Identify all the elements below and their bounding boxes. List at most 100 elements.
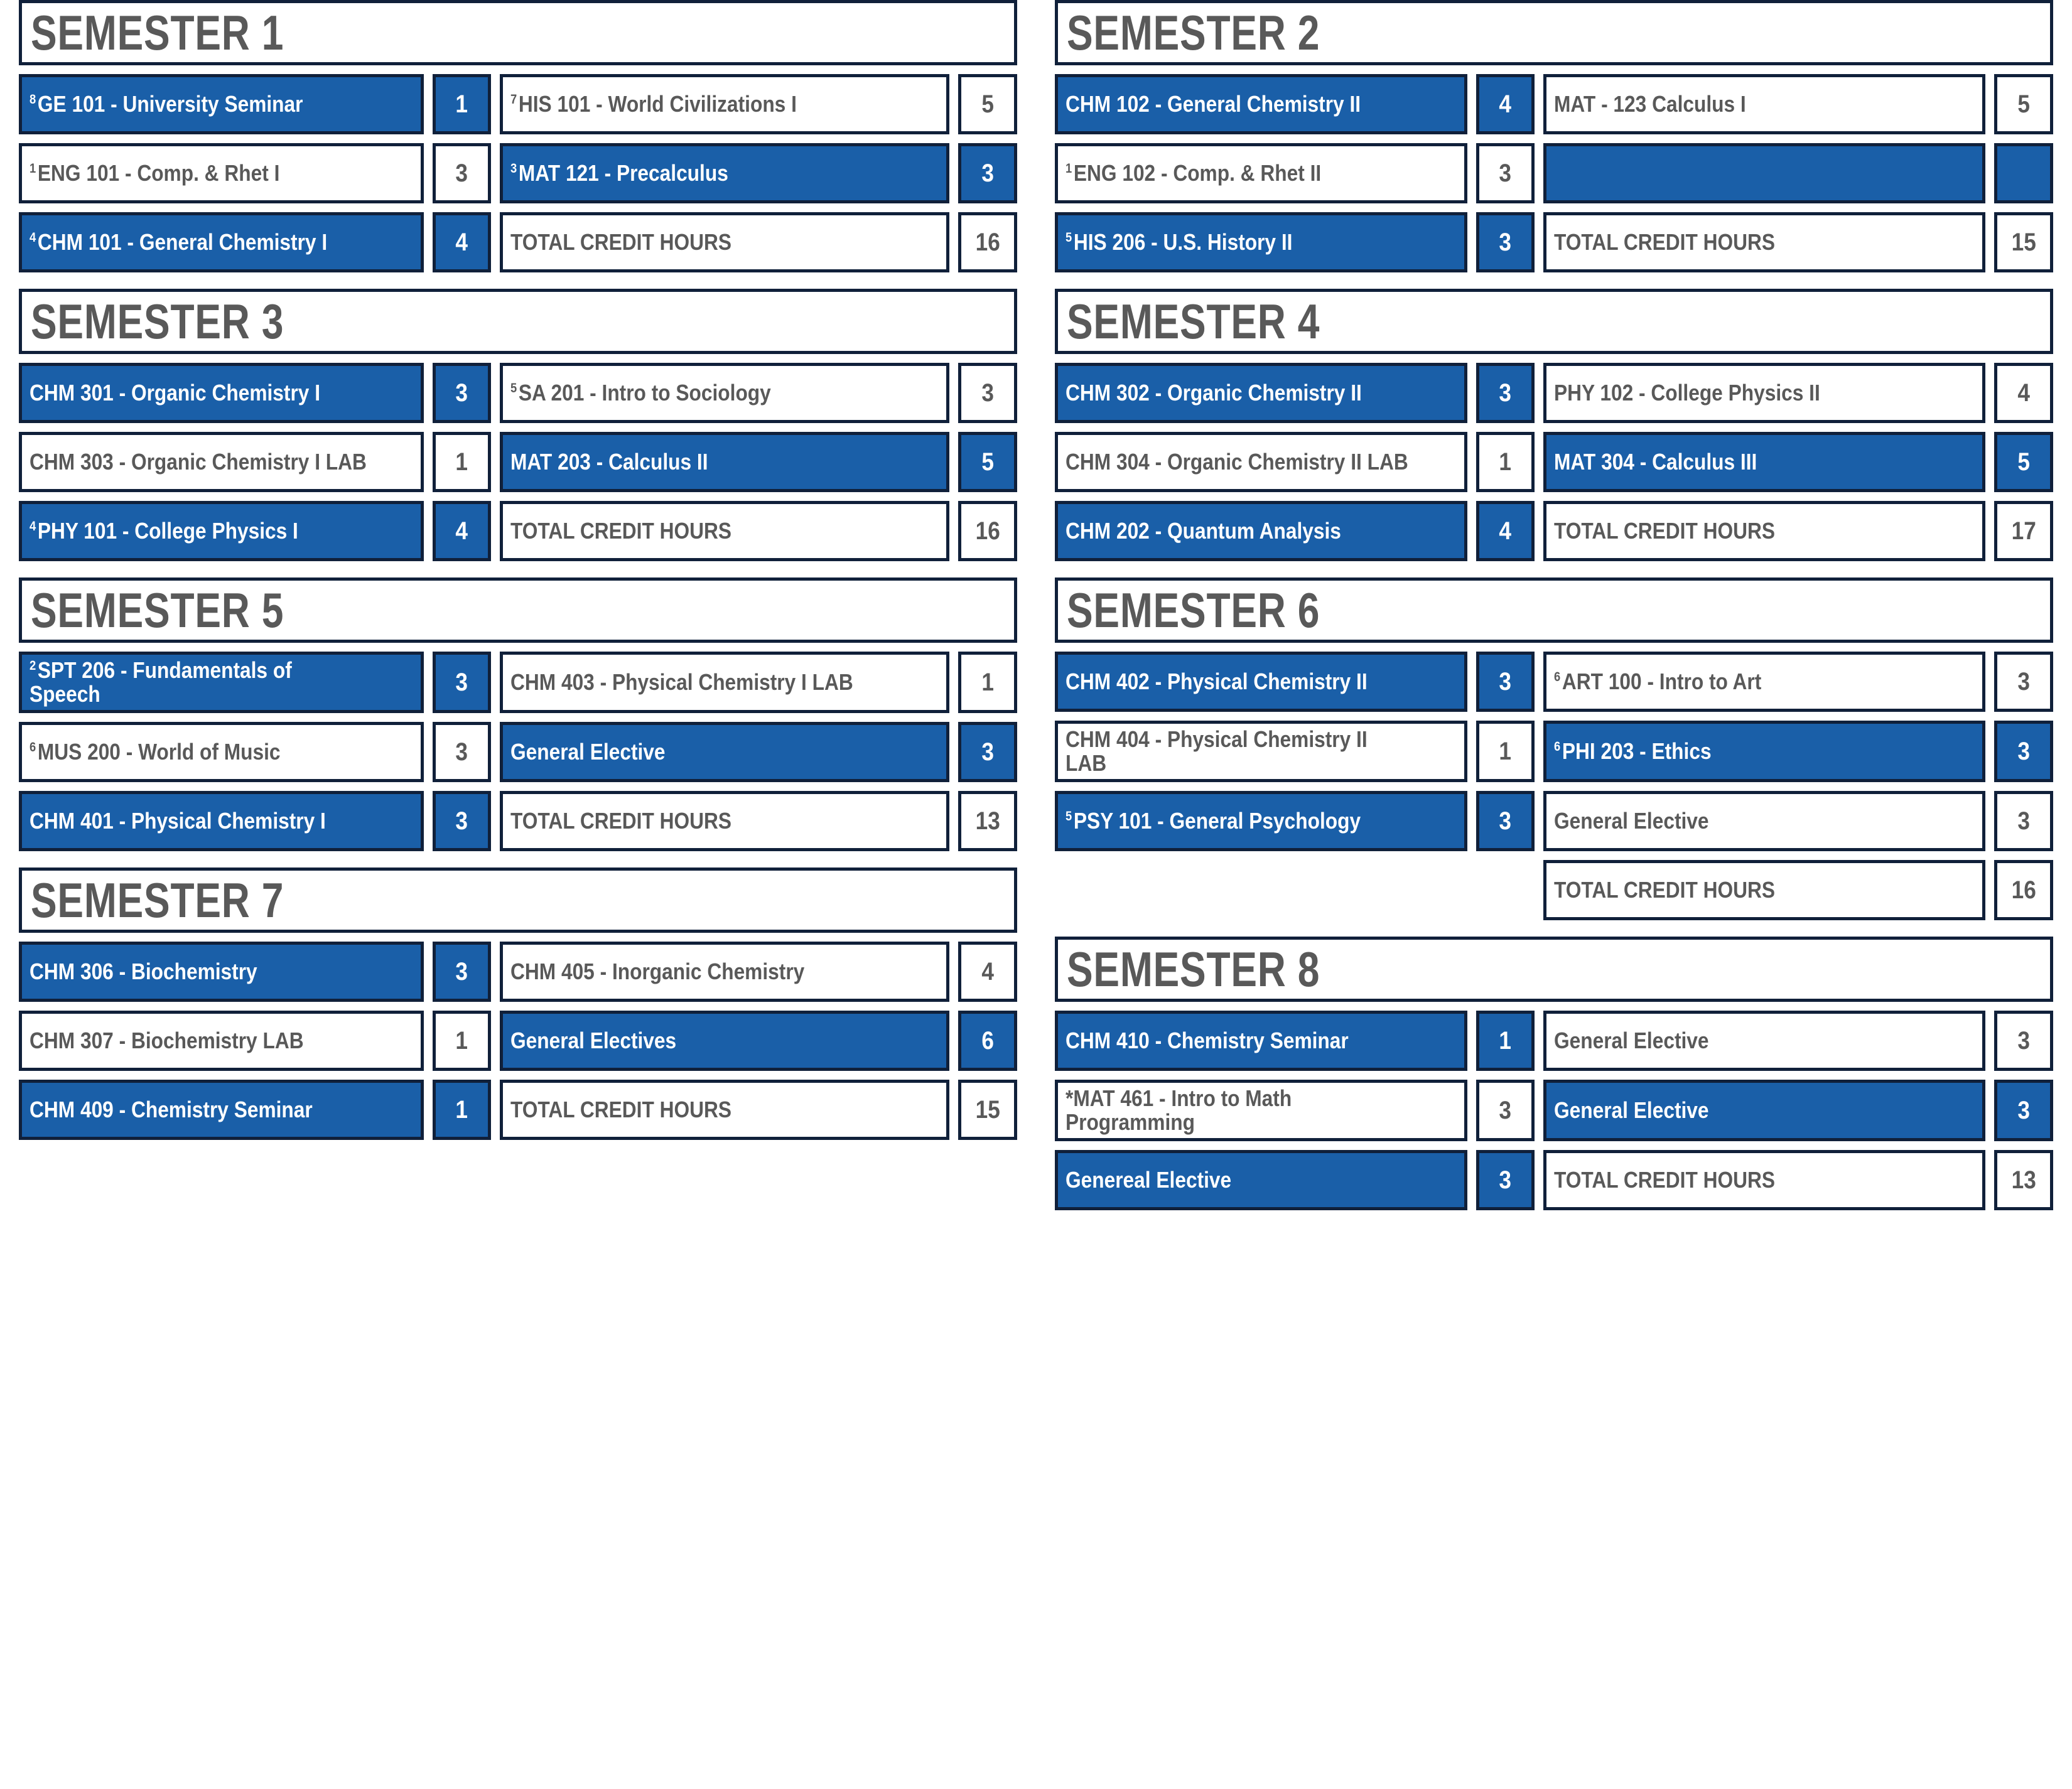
course-credit-cell[interactable]: 1	[432, 1011, 492, 1071]
course-credit-cell[interactable]: 3	[958, 722, 1017, 782]
course-credit-cell[interactable]: 1	[432, 432, 492, 492]
course-name-cell[interactable]: CHM 409 - Chemistry Seminar	[19, 1080, 424, 1140]
course-credit-cell[interactable]: 4	[432, 212, 492, 272]
total-credit-hours-label[interactable]: TOTAL CREDIT HOURS	[1543, 860, 1986, 920]
course-name-cell[interactable]: CHM 302 - Organic Chemistry II	[1055, 363, 1467, 423]
total-credit-hours-label[interactable]: TOTAL CREDIT HOURS	[1543, 501, 1986, 561]
course-name-cell[interactable]: CHM 410 - Chemistry Seminar	[1055, 1011, 1467, 1071]
course-credit-cell[interactable]: 4	[1476, 501, 1535, 561]
course-name-cell[interactable]: CHM 405 - Inorganic Chemistry	[500, 942, 950, 1002]
course-name-cell[interactable]: Genereal Elective	[1055, 1150, 1467, 1210]
course-name-cell[interactable]: PHY 102 - College Physics II	[1543, 363, 1986, 423]
course-credit-cell[interactable]: 3	[958, 143, 1017, 203]
empty-course-cell[interactable]	[1543, 143, 1986, 203]
total-credit-hours-value[interactable]: 16	[958, 212, 1017, 272]
empty-credit-cell[interactable]	[1994, 143, 2053, 203]
course-credit-cell[interactable]: 5	[1994, 74, 2053, 134]
course-name-cell[interactable]: CHM 402 - Physical Chemistry II	[1055, 652, 1467, 712]
course-credit-cell[interactable]: 1	[1476, 432, 1535, 492]
course-credit-cell[interactable]: 3	[1994, 1080, 2053, 1141]
course-credit-cell[interactable]: 5	[958, 432, 1017, 492]
course-credit-cell[interactable]: 3	[1476, 1150, 1535, 1210]
course-credit-cell[interactable]: 5	[1994, 432, 2053, 492]
total-credit-hours-value[interactable]: 13	[958, 791, 1017, 851]
course-credit-cell[interactable]: 1	[958, 652, 1017, 713]
course-name-cell[interactable]: MAT 304 - Calculus III	[1543, 432, 1986, 492]
course-credit-cell[interactable]: 1	[432, 1080, 492, 1140]
course-credit-cell[interactable]: 4	[1476, 74, 1535, 134]
course-name-cell[interactable]: CHM 404 - Physical Chemistry II LAB	[1055, 721, 1467, 782]
course-name-cell[interactable]: General Elective	[500, 722, 950, 782]
total-credit-hours-value[interactable]: 15	[958, 1080, 1017, 1140]
course-name-cell[interactable]: 5SA 201 - Intro to Sociology	[500, 363, 950, 423]
course-name-cell[interactable]: 6MUS 200 - World of Music	[19, 722, 424, 782]
course-credit-cell[interactable]: 3	[1476, 143, 1535, 203]
course-credit-cell[interactable]: 3	[1994, 652, 2053, 712]
course-name-cell[interactable]: 1ENG 102 - Comp. & Rhet II	[1055, 143, 1467, 203]
course-credit-cell[interactable]: 3	[432, 363, 492, 423]
course-label: TOTAL CREDIT HOURS	[1554, 229, 1776, 255]
total-credit-hours-value[interactable]: 16	[1994, 860, 2053, 920]
course-credit-cell[interactable]: 3	[958, 363, 1017, 423]
course-name-cell[interactable]: CHM 301 - Organic Chemistry I	[19, 363, 424, 423]
course-credit-cell[interactable]: 3	[432, 722, 492, 782]
course-name-cell[interactable]: 5HIS 206 - U.S. History II	[1055, 212, 1467, 272]
course-name-cell[interactable]: CHM 403 - Physical Chemistry I LAB	[500, 652, 950, 713]
course-name-cell[interactable]: General Elective	[1543, 1080, 1986, 1141]
course-name-cell[interactable]: MAT 203 - Calculus II	[500, 432, 950, 492]
course-name-cell[interactable]: General Elective	[1543, 1011, 1986, 1071]
credit-value: 16	[2011, 876, 2036, 904]
course-credit-cell[interactable]: 3	[1476, 212, 1535, 272]
course-name-cell[interactable]: General Elective	[1543, 791, 1986, 851]
course-name-cell[interactable]: 4CHM 101 - General Chemistry I	[19, 212, 424, 272]
course-name-cell[interactable]: MAT - 123 Calculus I	[1543, 74, 1986, 134]
course-name-cell[interactable]: 3MAT 121 - Precalculus	[500, 143, 950, 203]
course-name-cell[interactable]: CHM 306 - Biochemistry	[19, 942, 424, 1002]
course-credit-cell[interactable]: 3	[432, 791, 492, 851]
course-credit-cell[interactable]: 4	[432, 501, 492, 561]
course-name-cell[interactable]: 1ENG 101 - Comp. & Rhet I	[19, 143, 424, 203]
course-name-cell[interactable]: 8GE 101 - University Seminar	[19, 74, 424, 134]
course-name-cell[interactable]: CHM 401 - Physical Chemistry I	[19, 791, 424, 851]
course-name-cell[interactable]: CHM 102 - General Chemistry II	[1055, 74, 1467, 134]
course-credit-cell[interactable]: 5	[958, 74, 1017, 134]
course-credit-cell[interactable]: 1	[1476, 721, 1535, 782]
course-name-cell[interactable]: CHM 307 - Biochemistry LAB	[19, 1011, 424, 1071]
course-credit-cell[interactable]: 3	[1994, 1011, 2053, 1071]
course-name-cell[interactable]: General Electives	[500, 1011, 950, 1071]
total-credit-hours-value[interactable]: 15	[1994, 212, 2053, 272]
course-credit-cell[interactable]: 1	[432, 74, 492, 134]
course-credit-cell[interactable]: 3	[1476, 791, 1535, 851]
course-name-cell[interactable]: 6PHI 203 - Ethics	[1543, 721, 1986, 782]
total-credit-hours-value[interactable]: 17	[1994, 501, 2053, 561]
course-credit-cell[interactable]: 3	[1476, 363, 1535, 423]
total-credit-hours-label[interactable]: TOTAL CREDIT HOURS	[500, 1080, 950, 1140]
course-name-cell[interactable]: CHM 202 - Quantum Analysis	[1055, 501, 1467, 561]
course-credit-cell[interactable]: 3	[1476, 652, 1535, 712]
course-credit-cell[interactable]: 3	[432, 652, 492, 713]
total-credit-hours-label[interactable]: TOTAL CREDIT HOURS	[1543, 212, 1986, 272]
total-credit-hours-label[interactable]: TOTAL CREDIT HOURS	[500, 791, 950, 851]
total-credit-hours-value[interactable]: 16	[958, 501, 1017, 561]
course-credit-cell[interactable]: 3	[1476, 1080, 1535, 1141]
course-credit-cell[interactable]: 6	[958, 1011, 1017, 1071]
course-name-cell[interactable]: 7HIS 101 - World Civilizations I	[500, 74, 950, 134]
course-name-cell[interactable]: 6ART 100 - Intro to Art	[1543, 652, 1986, 712]
total-credit-hours-label[interactable]: TOTAL CREDIT HOURS	[500, 501, 950, 561]
course-name-cell[interactable]: 4PHY 101 - College Physics I	[19, 501, 424, 561]
total-credit-hours-label[interactable]: TOTAL CREDIT HOURS	[500, 212, 950, 272]
total-credit-hours-value[interactable]: 13	[1994, 1150, 2053, 1210]
course-name-cell[interactable]: CHM 304 - Organic Chemistry II LAB	[1055, 432, 1467, 492]
total-credit-hours-label[interactable]: TOTAL CREDIT HOURS	[1543, 1150, 1986, 1210]
course-credit-cell[interactable]: 3	[432, 942, 492, 1002]
course-credit-cell[interactable]: 3	[432, 143, 492, 203]
course-credit-cell[interactable]: 3	[1994, 721, 2053, 782]
course-name-cell[interactable]: 2SPT 206 - Fundamentals of Speech	[19, 652, 424, 713]
course-credit-cell[interactable]: 4	[958, 942, 1017, 1002]
course-name-cell[interactable]: CHM 303 - Organic Chemistry I LAB	[19, 432, 424, 492]
course-credit-cell[interactable]: 3	[1994, 791, 2053, 851]
course-credit-cell[interactable]: 4	[1994, 363, 2053, 423]
course-name-cell[interactable]: 5PSY 101 - General Psychology	[1055, 791, 1467, 851]
course-credit-cell[interactable]: 1	[1476, 1011, 1535, 1071]
course-name-cell[interactable]: *MAT 461 - Intro to Math Programming	[1055, 1080, 1467, 1141]
